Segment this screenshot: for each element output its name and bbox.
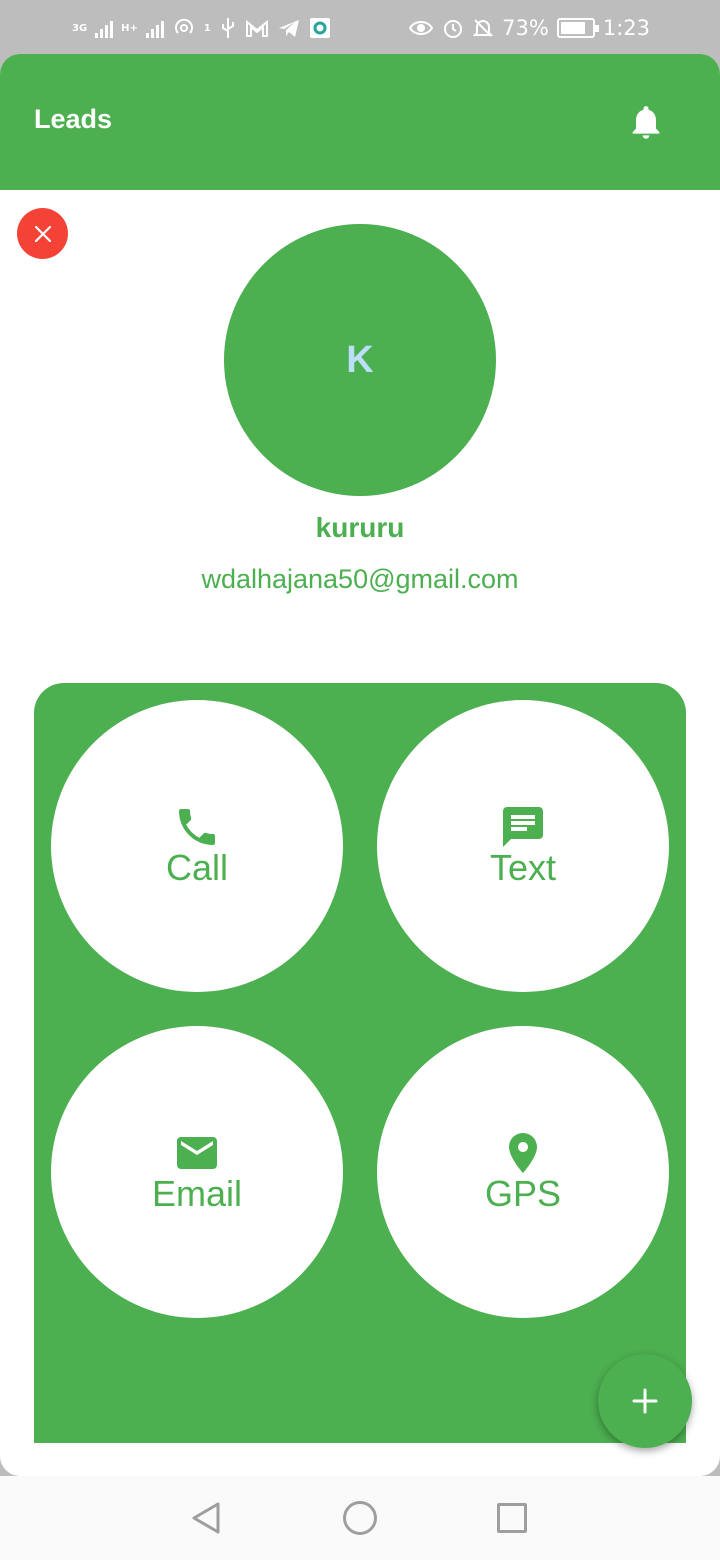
telegram-icon — [278, 20, 299, 37]
close-icon — [34, 225, 51, 242]
page-title: Leads — [34, 104, 113, 134]
plus-icon — [632, 1388, 658, 1414]
text-button[interactable]: Text — [377, 700, 669, 992]
close-button[interactable] — [17, 208, 68, 259]
mail-icon — [177, 1137, 217, 1169]
avatar-initial: K — [346, 338, 374, 381]
eye-icon — [408, 21, 434, 35]
message-icon — [503, 807, 543, 847]
home-icon[interactable] — [343, 1501, 377, 1535]
system-nav-bar — [0, 1476, 720, 1560]
signal-icon-2 — [145, 18, 164, 38]
location-pin-icon — [509, 1133, 537, 1173]
actions-panel: Call Text Email GPS — [34, 683, 686, 1443]
lead-card: Leads K kururu wdalhajana50@gmail.com Ca… — [0, 54, 720, 1476]
app-notification-icon — [309, 18, 330, 38]
usb-icon — [221, 18, 234, 38]
bell-icon[interactable] — [626, 102, 666, 142]
call-label: Call — [165, 847, 228, 888]
network-3g-label: 3G — [72, 22, 88, 34]
status-bar: 3G H+ 1 73% 1:23 — [0, 0, 720, 54]
signal-icon — [95, 18, 114, 38]
email-button[interactable]: Email — [51, 1026, 343, 1318]
screen: 3G H+ 1 73% 1:23 Leads K kururu wdalhaja… — [0, 0, 720, 1560]
lead-email: wdalhajana50@gmail.com — [201, 564, 519, 594]
gmail-icon — [245, 19, 268, 37]
app-bar: Leads — [0, 54, 720, 190]
avatar: K — [224, 224, 496, 496]
text-label: Text — [489, 847, 557, 888]
gps-button[interactable]: GPS — [377, 1026, 669, 1318]
lead-name: kururu — [315, 512, 405, 543]
add-button[interactable] — [598, 1354, 692, 1448]
bell-off-icon — [472, 19, 494, 37]
recent-apps-icon[interactable] — [497, 1503, 527, 1533]
email-label: Email — [151, 1173, 243, 1214]
network-hplus-label: H+ — [121, 22, 138, 34]
call-button[interactable]: Call — [51, 700, 343, 992]
clock: 1:23 — [602, 16, 650, 40]
battery-icon — [556, 18, 599, 38]
hotspot-badge: 1 — [203, 22, 211, 34]
hotspot-icon — [174, 18, 193, 34]
phone-icon — [179, 809, 215, 845]
status-left: 3G H+ 1 — [72, 14, 331, 42]
status-right: 73% 1:23 — [408, 14, 650, 42]
battery-percent: 73% — [502, 16, 549, 40]
alarm-icon — [444, 20, 463, 38]
back-icon[interactable] — [188, 1500, 224, 1536]
gps-label: GPS — [484, 1173, 562, 1214]
